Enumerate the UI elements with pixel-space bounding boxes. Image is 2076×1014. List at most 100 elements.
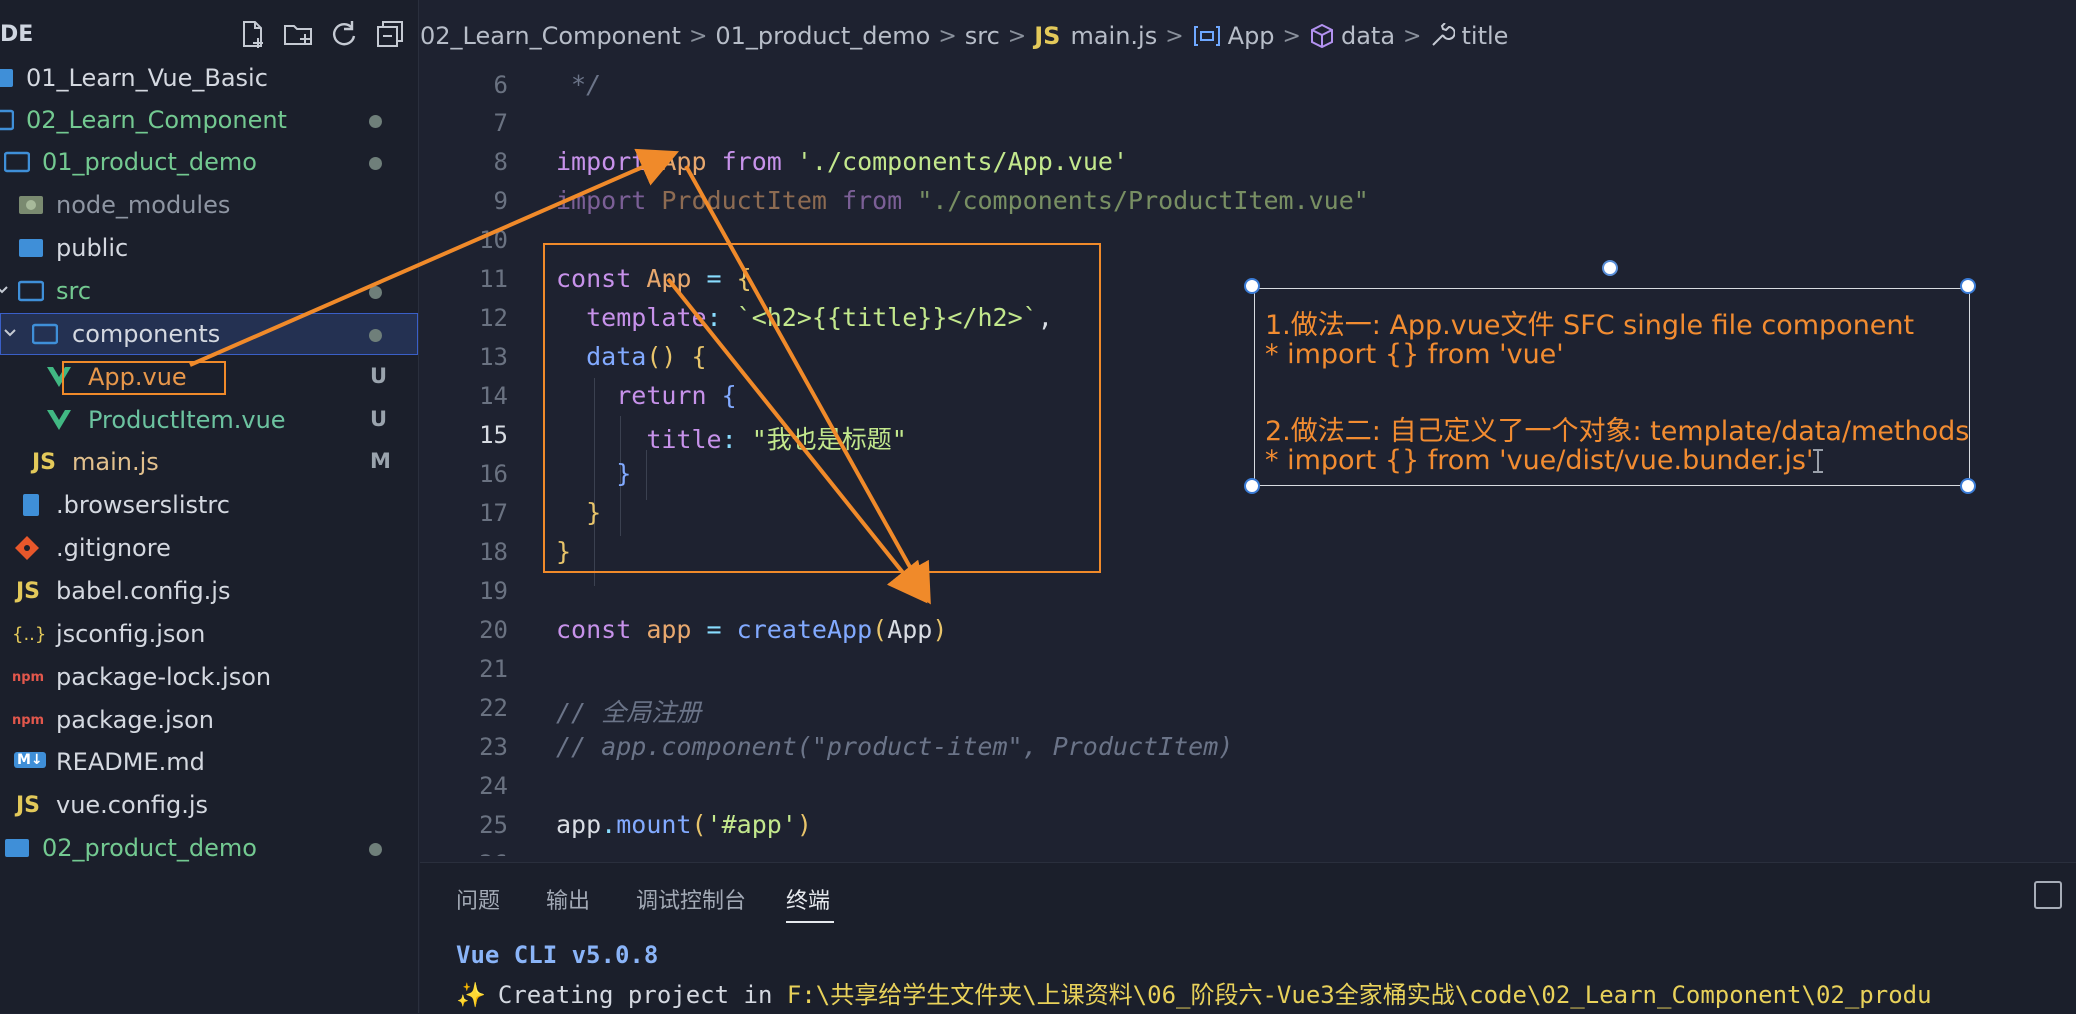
js-file-icon: JS — [1034, 22, 1061, 50]
chevron-right-icon: > — [1403, 23, 1422, 49]
line-number: 26 — [420, 850, 508, 856]
code-line: 8 import App from './components/App.vue' — [420, 143, 2076, 181]
tree-item-vue-config-js[interactable]: JS vue.config.js — [0, 784, 418, 826]
tree-item-label: src — [56, 277, 92, 305]
code-text: const app = createApp(App) — [556, 615, 948, 644]
code-line: 6 */ — [420, 66, 2076, 104]
breadcrumb: 02_Learn_Component > 01_product_demo > s… — [420, 14, 1508, 58]
tab-terminal[interactable]: 终端 — [786, 883, 830, 915]
resize-handle[interactable] — [1244, 278, 1260, 294]
explorer-sidebar: DE 01_Learn_Vue_Basic 02_Learn_Component — [0, 0, 419, 1013]
config-file-icon — [23, 494, 39, 516]
code-line: 23 // app.component("product-item", Prod… — [420, 728, 2076, 766]
code-text: // app.component("product-item", Product… — [556, 732, 1234, 761]
line-number: 8 — [493, 148, 508, 176]
git-status-dot — [369, 286, 382, 299]
breadcrumb-item[interactable]: data — [1341, 22, 1395, 50]
line-number: 13 — [479, 343, 508, 371]
refresh-icon[interactable] — [328, 18, 360, 50]
folder-icon — [0, 69, 13, 87]
tree-item-label: components — [72, 320, 221, 348]
tree-item-01-product-demo[interactable]: 01_product_demo — [0, 141, 418, 183]
collapse-all-icon[interactable] — [374, 18, 406, 50]
tree-item-label: vue.config.js — [56, 791, 209, 819]
breadcrumb-item[interactable]: title — [1461, 22, 1508, 50]
text-cursor-icon — [1813, 449, 1823, 473]
breadcrumb-item[interactable]: 02_Learn_Component — [420, 22, 681, 50]
breadcrumb-item[interactable]: App — [1228, 22, 1275, 50]
breadcrumb-item[interactable]: main.js — [1070, 22, 1157, 50]
code-text: import ProductItem from "./components/Pr… — [556, 186, 1369, 215]
cube-icon — [1310, 23, 1333, 49]
line-number: 23 — [479, 733, 508, 761]
folder-icon — [19, 239, 43, 257]
tree-item-02-learn-component[interactable]: 02_Learn_Component — [0, 99, 418, 141]
rotate-handle[interactable] — [1602, 260, 1618, 276]
tree-item-readme-md[interactable]: M↓ README.md — [0, 741, 418, 783]
git-status-dot — [369, 329, 382, 342]
tree-item-gitignore[interactable]: .gitignore — [0, 527, 418, 569]
tab-debug-console[interactable]: 调试控制台 — [636, 883, 746, 915]
tree-item-label: .gitignore — [56, 534, 171, 562]
line-number: 18 — [479, 538, 508, 566]
tab-problems[interactable]: 问题 — [456, 883, 500, 915]
tree-item-jsconfig-json[interactable]: {..} jsconfig.json — [0, 613, 418, 655]
tree-item-label: babel.config.js — [56, 577, 231, 605]
explorer-title: DE — [0, 22, 34, 47]
git-status-dot — [369, 115, 382, 128]
tree-item-02-product-demo[interactable]: 02_product_demo — [0, 827, 418, 869]
line-number: 11 — [479, 265, 508, 293]
panel-toggle-icon[interactable] — [2034, 881, 2062, 909]
code-highlight-box — [543, 243, 1101, 573]
new-file-icon[interactable] — [236, 18, 268, 50]
tree-item-main-js[interactable]: JS main.js M — [0, 441, 418, 483]
folder-open-icon — [0, 109, 14, 131]
vue-file-icon — [47, 410, 71, 430]
breadcrumb-item[interactable]: src — [965, 22, 1000, 50]
code-line: 26 — [420, 845, 2076, 856]
code-line: 25 app.mount('#app') — [420, 806, 2076, 844]
code-line: 20 const app = createApp(App) — [420, 611, 2076, 649]
new-folder-icon[interactable] — [282, 18, 314, 50]
line-number: 19 — [479, 577, 508, 605]
tree-item-label: ProductItem.vue — [88, 406, 286, 434]
line-number: 14 — [479, 382, 508, 410]
line-number: 6 — [493, 71, 508, 99]
app-vue-highlight-box — [62, 361, 226, 395]
note-line: 1.做法一: App.vue文件 SFC single file compone… — [1265, 310, 1915, 341]
folder-open-icon — [18, 280, 44, 302]
npm-file-icon: npm — [12, 713, 45, 728]
tree-item-babel-config-js[interactable]: JS babel.config.js — [0, 570, 418, 612]
tree-item-label: 02_product_demo — [42, 834, 257, 862]
line-number: 16 — [479, 460, 508, 488]
tree-item-productitem-vue[interactable]: ProductItem.vue U — [0, 399, 418, 441]
line-number: 9 — [493, 187, 508, 215]
breadcrumb-item[interactable]: 01_product_demo — [715, 22, 930, 50]
tree-item-label: public — [56, 234, 129, 262]
sparkle-icon: ✨ — [456, 981, 486, 1009]
tree-item-01-learn-vue-basic[interactable]: 01_Learn_Vue_Basic — [0, 57, 418, 99]
npm-file-icon: npm — [12, 670, 45, 685]
tree-item-browserslistrc[interactable]: .browserslistrc — [0, 484, 418, 526]
tree-item-label: README.md — [56, 748, 205, 776]
terminal-text: Creating project in — [497, 981, 787, 1009]
tree-item-src[interactable]: src — [0, 270, 418, 312]
tree-item-components[interactable]: components — [0, 313, 418, 355]
code-line: 24 — [420, 767, 2076, 805]
tree-item-label: main.js — [72, 448, 159, 476]
resize-handle[interactable] — [1244, 478, 1260, 494]
tab-output[interactable]: 输出 — [546, 883, 590, 915]
tree-item-node-modules[interactable]: node_modules — [0, 184, 418, 226]
resize-handle[interactable] — [1960, 478, 1976, 494]
node-folder-icon — [19, 196, 43, 214]
line-number: 7 — [493, 109, 508, 137]
annotation-textbox[interactable]: 1.做法一: App.vue文件 SFC single file compone… — [1254, 288, 1970, 486]
resize-handle[interactable] — [1960, 278, 1976, 294]
tree-item-package-lock-json[interactable]: npm package-lock.json — [0, 656, 418, 698]
code-text: import App from './components/App.vue' — [556, 147, 1129, 176]
tree-item-label: package-lock.json — [56, 663, 272, 691]
active-tab-indicator — [786, 921, 834, 923]
wrench-icon — [1432, 23, 1456, 46]
tree-item-public[interactable]: public — [0, 227, 418, 269]
tree-item-package-json[interactable]: npm package.json — [0, 699, 418, 741]
